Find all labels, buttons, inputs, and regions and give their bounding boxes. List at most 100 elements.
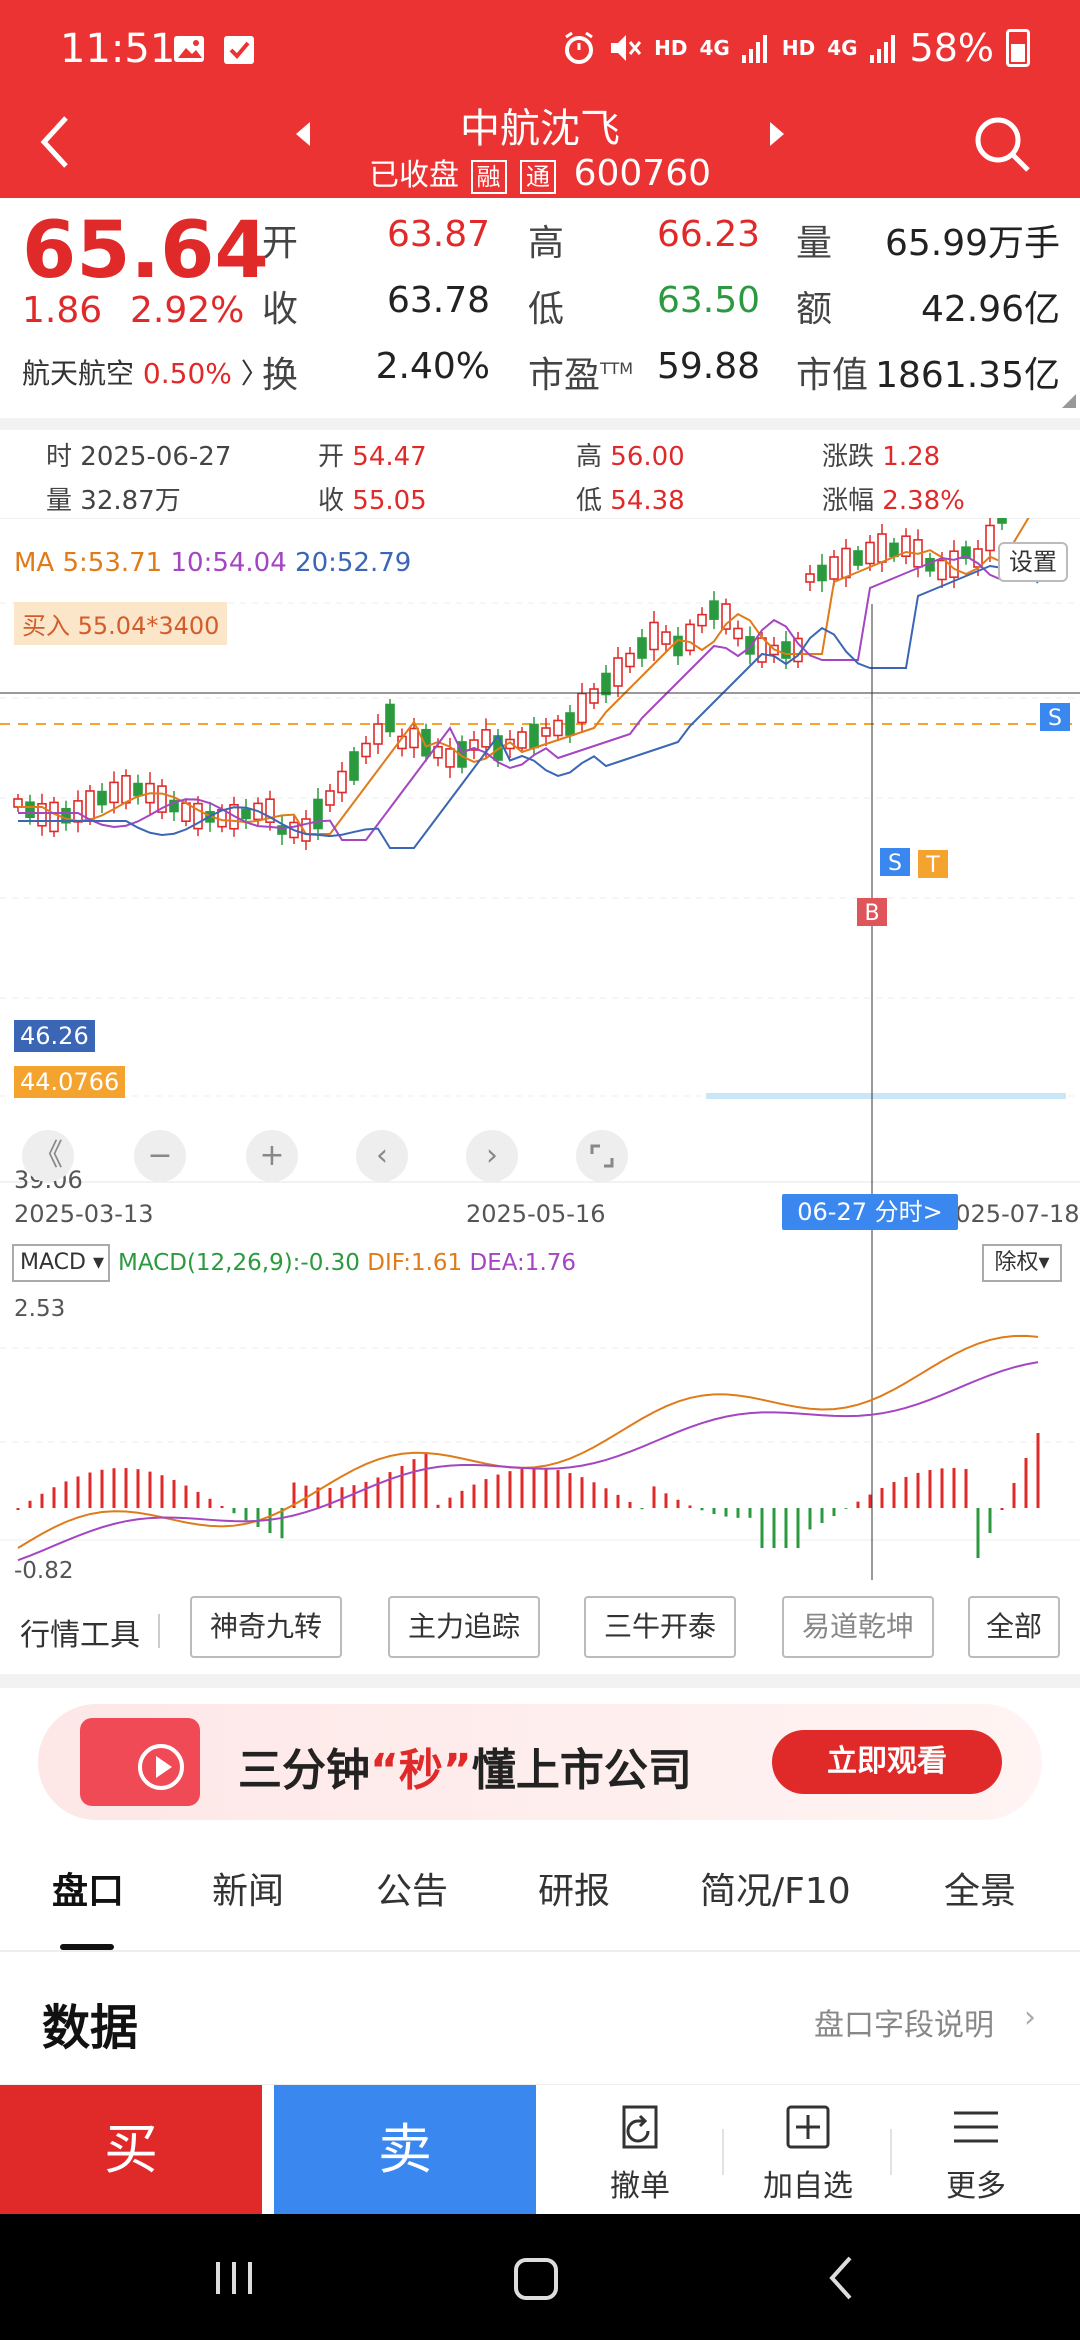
turnover-label: 换: [262, 355, 299, 396]
tools-label: 行情工具: [20, 1618, 140, 1653]
divider: [0, 418, 1080, 430]
tab-news[interactable]: 新闻: [212, 1862, 284, 1914]
banner-text-em: “秒”: [370, 1745, 472, 1796]
buy-button[interactable]: 买: [0, 2085, 262, 2215]
macd-bar: [580, 1477, 584, 1508]
macd-bar: [352, 1485, 356, 1508]
field-help-link[interactable]: 盘口字段说明: [814, 2000, 994, 2044]
buy-marker-label: 买入 55.04*3400: [14, 602, 228, 645]
amount-value: 42.96亿: [920, 289, 1060, 330]
candle-body: [121, 775, 131, 804]
ma20-value: 20:52.79: [295, 548, 412, 578]
sell-button[interactable]: 卖: [274, 2085, 536, 2215]
promo-banner[interactable]: 三分钟“秒”懂上市公司 立即观看: [38, 1704, 1042, 1820]
macd-bar: [220, 1505, 224, 1508]
rights-selector[interactable]: 除权▾: [982, 1244, 1062, 1282]
cancel-order-button[interactable]: 撤单: [580, 2101, 700, 2205]
next-stock-icon[interactable]: [770, 122, 784, 146]
info-open: 开 54.47: [318, 436, 427, 473]
tool-magic-nine[interactable]: 神奇九转: [190, 1596, 342, 1658]
scroll-right-button[interactable]: ›: [466, 1130, 518, 1182]
home-icon[interactable]: [514, 2258, 558, 2300]
candle-body: [409, 727, 419, 749]
buy-marker: B: [864, 901, 879, 926]
macd-bar: [832, 1508, 836, 1517]
tool-yidao[interactable]: 易道乾坤: [782, 1596, 934, 1658]
signal-icon: [741, 35, 767, 63]
banner-text-a: 三分钟: [238, 1745, 370, 1796]
kline-svg[interactable]: S TBS: [0, 518, 1080, 1598]
tab-f10[interactable]: 简况/F10: [700, 1862, 851, 1914]
macd-bar: [868, 1494, 872, 1508]
market-status: 已收盘: [368, 158, 459, 193]
network-4g-1: 4G: [699, 36, 730, 60]
macd-bar: [1012, 1483, 1016, 1508]
macd-bar: [208, 1498, 212, 1508]
zoom-in-button[interactable]: +: [246, 1130, 298, 1182]
chevron-right-icon[interactable]: ›: [1024, 2000, 1036, 2035]
candle-body: [853, 550, 863, 566]
app-header: 11:51 HD 4G HD 4G 58% 中航沈飞 已收盘 融 通 60076…: [0, 0, 1080, 198]
high-label: 高: [528, 223, 565, 264]
margin-tag: 融: [470, 160, 507, 194]
macd-bar: [64, 1481, 68, 1508]
info-pct-value: 2.38%: [882, 486, 965, 516]
macd-bar: [532, 1468, 536, 1508]
dea-line: [17, 1361, 1039, 1562]
macd-bar: [892, 1482, 896, 1508]
kline-chart[interactable]: STBS MA 5:53.71 10:54.04 20:52.79 设置 买入 …: [0, 518, 1080, 1658]
macd-bar: [424, 1452, 428, 1508]
tab-announcements[interactable]: 公告: [376, 1862, 448, 1914]
more-button[interactable]: 更多: [916, 2101, 1036, 2205]
scroll-left-button[interactable]: ‹: [356, 1130, 408, 1182]
candle-body: [25, 801, 35, 819]
signal-icon-2: [869, 35, 895, 63]
menu-icon: [954, 2111, 998, 2143]
alarm-icon: [565, 31, 594, 64]
macd-bar: [880, 1487, 884, 1508]
candle-body: [709, 600, 719, 620]
expand-corner-icon[interactable]: [1062, 394, 1076, 408]
info-change-label: 涨跌: [822, 442, 875, 472]
macd-bar: [964, 1469, 968, 1508]
stock-code: 600760: [573, 153, 712, 194]
candle-body: [877, 533, 887, 563]
candle-body: [733, 627, 743, 640]
zoom-out-button[interactable]: −: [134, 1130, 186, 1182]
intraday-link[interactable]: 06-27 分时>: [782, 1194, 958, 1230]
tab-panorama[interactable]: 全景: [944, 1862, 1016, 1914]
mute-icon: [611, 35, 642, 61]
settings-button[interactable]: 设置: [998, 542, 1068, 582]
search-icon[interactable]: [972, 114, 1032, 174]
info-open-value: 54.47: [352, 442, 427, 472]
sell-marker-2: S: [1048, 706, 1062, 731]
amount-label: 额: [796, 289, 833, 330]
date-end: 2025-07-18: [940, 1200, 1080, 1228]
candle-body: [97, 790, 107, 806]
tool-three-bulls[interactable]: 三牛开泰: [584, 1596, 736, 1658]
add-watchlist-button[interactable]: 加自选: [748, 2101, 868, 2205]
tools-all-button[interactable]: 全部: [968, 1596, 1060, 1658]
macd-bar: [376, 1477, 380, 1508]
indicator-selector[interactable]: MACD ▾: [12, 1244, 110, 1282]
macd-bar: [412, 1459, 416, 1508]
divider: [722, 2129, 724, 2175]
tab-order-book[interactable]: 盘口: [52, 1862, 124, 1914]
fullscreen-button[interactable]: [576, 1130, 628, 1182]
tool-main-force[interactable]: 主力追踪: [388, 1596, 540, 1658]
volume-value: 65.99万手: [884, 223, 1060, 264]
candle-body: [625, 652, 635, 668]
watch-now-button[interactable]: 立即观看: [772, 1730, 1002, 1794]
banner-text-b: 懂上市公司: [471, 1745, 692, 1796]
recent-apps-icon[interactable]: [216, 2262, 252, 2294]
tab-research[interactable]: 研报: [538, 1862, 610, 1914]
rewind-button[interactable]: 《: [22, 1130, 74, 1182]
macd-bar: [100, 1469, 104, 1508]
macd-bar: [928, 1470, 932, 1508]
sector-link[interactable]: 航天航空 0.50% 〉: [22, 352, 269, 392]
sector-pct: 0.50%: [142, 357, 232, 390]
macd-legend: MACD(12,26,9):-0.30 DIF:1.61 DEA:1.76: [118, 1250, 576, 1276]
status-bar: 11:51 HD 4G HD 4G 58%: [0, 0, 1080, 100]
candle-body: [829, 556, 839, 580]
system-back-icon[interactable]: [829, 2256, 852, 2300]
